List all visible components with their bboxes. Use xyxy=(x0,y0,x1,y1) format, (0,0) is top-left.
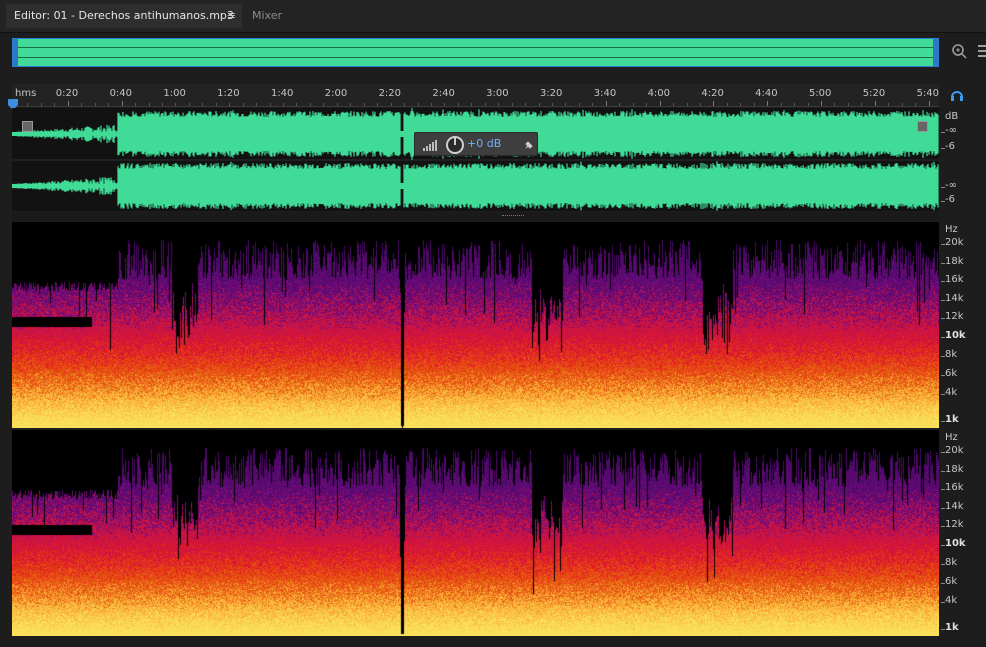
ruler-time-label: 1:00 xyxy=(163,88,186,99)
frequency-label: 14k xyxy=(945,501,964,512)
overview-navigator[interactable] xyxy=(12,38,939,67)
overview-channel-line xyxy=(18,47,933,48)
hz-unit-label: Hz xyxy=(945,224,958,235)
waveform-display[interactable] xyxy=(12,108,939,211)
waveform-amplitude-scale: dB -∞ -6 -∞ -6 xyxy=(941,108,986,212)
ch1-minus-inf-label: -∞ xyxy=(945,125,957,136)
frequency-label: 16k xyxy=(945,482,964,493)
ruler-time-label: 0:40 xyxy=(109,88,133,99)
frequency-label: 12k xyxy=(945,519,964,530)
ruler-time-label: 2:20 xyxy=(378,88,402,99)
gain-hud[interactable]: +0 dB xyxy=(414,132,538,156)
frequency-label: 14k xyxy=(945,293,964,304)
level-meter-icon xyxy=(423,140,437,151)
db-unit-label: dB xyxy=(945,111,959,122)
playhead-marker[interactable] xyxy=(8,96,18,110)
spectral-display-channel-2[interactable] xyxy=(12,430,939,636)
fade-out-handle[interactable] xyxy=(917,121,928,132)
frequency-label: 1k xyxy=(945,414,959,425)
frequency-label: 8k xyxy=(945,349,958,360)
pin-icon[interactable] xyxy=(523,139,535,151)
ruler-time-label: 1:40 xyxy=(270,88,294,99)
ruler-time-label: 5:00 xyxy=(808,88,832,99)
tab-mixer-label: Mixer xyxy=(252,9,283,22)
list-icon[interactable] xyxy=(978,44,986,62)
overview-right-handle[interactable] xyxy=(933,39,938,66)
tab-editor-label: Editor: 01 - Derechos antihumanos.mp3 xyxy=(14,9,234,22)
frequency-label: 10k xyxy=(945,330,966,341)
status-strip xyxy=(0,638,986,647)
zoom-in-icon[interactable] xyxy=(950,42,968,64)
frequency-label: 18k xyxy=(945,464,964,475)
spectrogram-canvas xyxy=(12,430,939,636)
frequency-label: 4k xyxy=(945,387,958,398)
hz-unit-label: Hz xyxy=(945,432,958,443)
tab-editor[interactable]: Editor: 01 - Derechos antihumanos.mp3 ≡ xyxy=(6,4,242,28)
gain-value: +0 dB xyxy=(467,137,502,150)
ch2-minus-inf-label: -∞ xyxy=(945,180,957,191)
frequency-label: 20k xyxy=(945,237,964,248)
waveform-graphic xyxy=(12,108,939,211)
spectrogram-canvas xyxy=(12,222,939,428)
time-ruler[interactable]: hms 0:20 0:40 1:00 1:20 1:40 2:00 2:20 2:40 3:00… xyxy=(12,84,939,107)
ruler-time-label: 5:40 xyxy=(916,88,940,99)
panel-menu-icon[interactable]: ≡ xyxy=(227,4,236,28)
ruler-time-label: 0:20 xyxy=(55,88,79,99)
frequency-label: 16k xyxy=(945,274,964,285)
ruler-time-label: 4:00 xyxy=(647,88,671,99)
frequency-scale-channel-1: Hz 20k 18k 16k 14k 12k 10k 8k 6k 4k 1k xyxy=(941,222,986,428)
ruler-time-label: 4:40 xyxy=(755,88,778,99)
waveform-channel-2 xyxy=(12,161,939,211)
ruler-time-label: 1:20 xyxy=(217,88,240,99)
frequency-label: 12k xyxy=(945,311,964,322)
ruler-time-label: 3:20 xyxy=(539,88,563,99)
ruler-time-label: 2:00 xyxy=(324,88,348,99)
headphones-icon[interactable] xyxy=(950,88,964,106)
frequency-label: 6k xyxy=(945,368,958,379)
frequency-scale-channel-2: Hz 20k 18k 16k 14k 12k 10k 8k 6k 4k 1k xyxy=(941,430,986,636)
ch2-minus-6-label: -6 xyxy=(945,194,955,205)
overview-left-handle[interactable] xyxy=(13,39,18,66)
ch1-minus-6-label: -6 xyxy=(945,141,955,152)
time-format-label: hms xyxy=(15,88,37,99)
ruler-time-label: 5:20 xyxy=(862,88,886,99)
frequency-label: 1k xyxy=(945,622,959,633)
frequency-label: 6k xyxy=(945,576,958,587)
frequency-label: 4k xyxy=(945,595,958,606)
tab-bar: Editor: 01 - Derechos antihumanos.mp3 ≡ … xyxy=(0,0,986,33)
frequency-label: 8k xyxy=(945,557,958,568)
overview-channel-line xyxy=(18,57,933,58)
frequency-label: 10k xyxy=(945,538,966,549)
frequency-label: 18k xyxy=(945,256,964,267)
gain-knob-icon[interactable] xyxy=(445,135,465,155)
ruler-time-label: 4:20 xyxy=(701,88,724,99)
panel-splitter[interactable] xyxy=(12,212,939,220)
ruler-time-label: 2:40 xyxy=(432,88,455,99)
fade-in-handle[interactable] xyxy=(22,121,33,132)
ruler-time-label: 3:00 xyxy=(486,88,509,99)
tab-mixer[interactable]: Mixer xyxy=(244,4,308,28)
ruler-time-label: 3:40 xyxy=(593,88,617,99)
frequency-label: 20k xyxy=(945,445,964,456)
spectral-display-channel-1[interactable] xyxy=(12,222,939,428)
